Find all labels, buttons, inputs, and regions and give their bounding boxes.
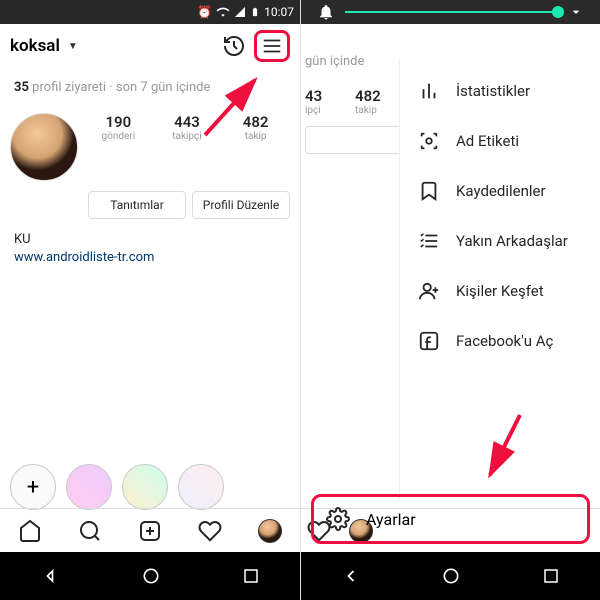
alarm-icon: ⏰ <box>197 5 212 19</box>
gear-icon <box>326 507 350 531</box>
android-nav-bar <box>301 552 600 600</box>
stat-followers-partial[interactable]: 43ipçi <box>305 87 349 116</box>
menu-settings[interactable]: Ayarlar <box>311 494 590 544</box>
profile-header: koksal ▼ <box>0 24 300 68</box>
heart-icon[interactable] <box>198 519 222 543</box>
profile-tab-icon[interactable] <box>258 519 282 543</box>
status-bar-right <box>301 0 600 24</box>
signal-icon <box>234 6 246 18</box>
facebook-icon <box>418 330 440 352</box>
recent-apps-icon[interactable] <box>242 567 260 585</box>
android-nav-bar <box>0 552 300 600</box>
user-plus-icon <box>418 280 440 302</box>
story-highlight[interactable] <box>122 464 168 510</box>
volume-slider[interactable] <box>345 11 558 13</box>
avatar[interactable] <box>10 113 78 181</box>
chevron-down-icon[interactable]: ▼ <box>68 41 78 52</box>
story-highlight[interactable] <box>66 464 112 510</box>
tab-bar <box>0 508 300 552</box>
search-icon[interactable] <box>78 519 102 543</box>
menu-saved[interactable]: Kaydedilenler <box>400 166 600 216</box>
stat-following[interactable]: 482takip <box>355 87 399 116</box>
menu-insights[interactable]: İstatistikler <box>400 66 600 116</box>
wifi-icon <box>216 5 230 19</box>
list-star-icon <box>418 230 440 252</box>
home-nav-icon[interactable] <box>441 566 461 586</box>
hamburger-menu-button[interactable] <box>254 30 290 62</box>
back-icon[interactable] <box>341 566 361 586</box>
menu-nametag[interactable]: Ad Etiketi <box>400 116 600 166</box>
stat-followers[interactable]: 443takipçi <box>165 113 209 142</box>
recent-apps-icon[interactable] <box>542 567 560 585</box>
story-highlight[interactable] <box>178 464 224 510</box>
stories-row: + <box>10 464 290 510</box>
edit-profile-button[interactable]: Profili Düzenle <box>192 191 290 219</box>
bookmark-icon <box>418 180 440 202</box>
status-bar: ⏰ 10:07 <box>0 0 300 24</box>
bell-icon <box>317 3 335 21</box>
stat-following[interactable]: 482takip <box>234 113 278 142</box>
promote-button[interactable]: Tanıtımlar <box>88 191 186 219</box>
add-story-button[interactable]: + <box>10 464 56 510</box>
drawer-menu: İstatistikler Ad Etiketi Kaydedilenler Y… <box>400 58 600 374</box>
add-post-icon[interactable] <box>138 519 162 543</box>
bio-website[interactable]: www.androidliste-tr.com <box>14 249 286 267</box>
clock-time: 10:07 <box>264 5 294 19</box>
username[interactable]: koksal <box>10 36 60 56</box>
chevron-down-icon[interactable] <box>568 4 584 20</box>
menu-icon <box>261 35 283 57</box>
menu-close-friends[interactable]: Yakın Arkadaşlar <box>400 216 600 266</box>
profile-visits-text: 35 profil ziyareti · son 7 gün içinde <box>0 68 300 107</box>
battery-icon <box>250 5 260 19</box>
nametag-icon <box>418 130 440 152</box>
back-icon[interactable] <box>40 566 60 586</box>
home-icon[interactable] <box>18 519 42 543</box>
bio-name: KU <box>14 231 286 249</box>
stat-posts[interactable]: 190gönderi <box>96 113 140 142</box>
history-icon[interactable] <box>222 34 246 58</box>
menu-discover-people[interactable]: Kişiler Keşfet <box>400 266 600 316</box>
chart-icon <box>418 80 440 102</box>
home-nav-icon[interactable] <box>141 566 161 586</box>
menu-facebook[interactable]: Facebook'u Aç <box>400 316 600 366</box>
